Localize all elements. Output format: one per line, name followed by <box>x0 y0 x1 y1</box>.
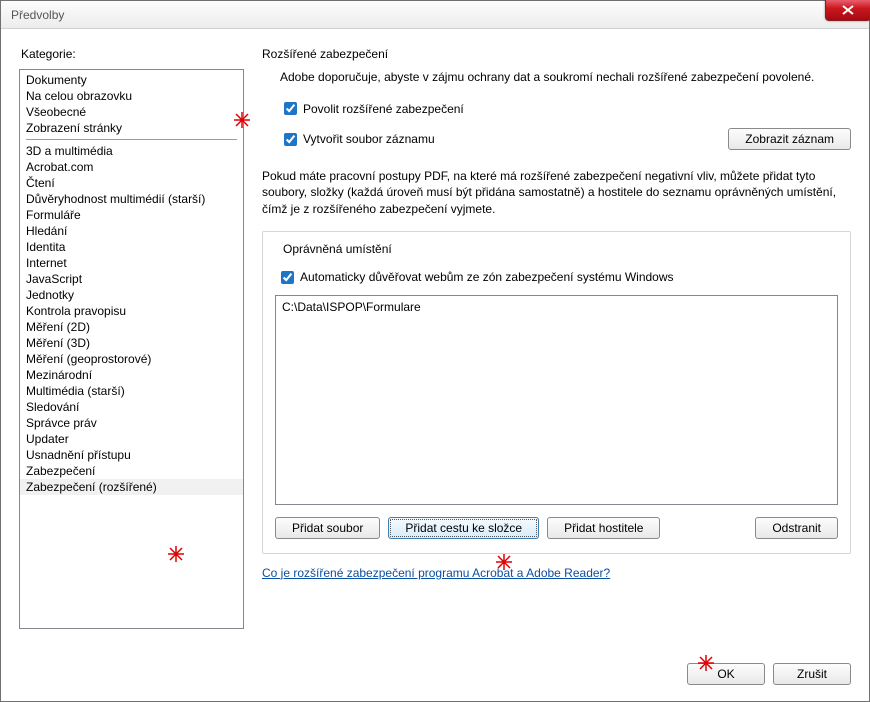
category-item[interactable]: Zobrazení stránky <box>20 120 243 136</box>
enable-enhanced-security-label: Povolit rozšířené zabezpečení <box>303 102 464 116</box>
category-item[interactable]: Měření (3D) <box>20 335 243 351</box>
category-item[interactable]: Formuláře <box>20 207 243 223</box>
trust-windows-zones-checkbox[interactable] <box>281 271 294 284</box>
category-item[interactable]: 3D a multimédia <box>20 143 243 159</box>
enable-enhanced-security-checkbox[interactable] <box>284 102 297 115</box>
preferences-window: Předvolby Kategorie: DokumentyNa celou o… <box>0 0 870 702</box>
category-item[interactable]: Zabezpečení (rozšířené) <box>20 479 243 495</box>
trust-windows-zones-row[interactable]: Automaticky důvěřovat webům ze zón zabez… <box>277 268 838 287</box>
section-title: Rozšířené zabezpečení <box>262 47 851 61</box>
enable-enhanced-security-row[interactable]: Povolit rozšířené zabezpečení <box>280 99 851 118</box>
privileged-location-item[interactable]: C:\Data\ISPOP\Formulare <box>282 300 831 314</box>
privileged-intro-text: Pokud máte pracovní postupy PDF, na kter… <box>262 168 851 217</box>
category-item[interactable]: Internet <box>20 255 243 271</box>
category-item[interactable]: Měření (2D) <box>20 319 243 335</box>
create-log-row[interactable]: Vytvořit soubor záznamu <box>280 130 435 149</box>
titlebar: Předvolby <box>1 1 869 29</box>
category-item[interactable]: Zabezpečení <box>20 463 243 479</box>
category-item[interactable]: Kontrola pravopisu <box>20 303 243 319</box>
category-item[interactable]: Všeobecné <box>20 104 243 120</box>
add-folder-button[interactable]: Přidat cestu ke složce <box>388 517 539 539</box>
category-item[interactable]: JavaScript <box>20 271 243 287</box>
cancel-button[interactable]: Zrušit <box>773 663 851 685</box>
category-separator <box>26 139 237 140</box>
create-log-label: Vytvořit soubor záznamu <box>303 132 435 146</box>
create-log-checkbox[interactable] <box>284 133 297 146</box>
show-log-button[interactable]: Zobrazit záznam <box>728 128 851 150</box>
privileged-locations-group: Oprávněná umístění Automaticky důvěřovat… <box>262 231 851 554</box>
category-item[interactable]: Hledání <box>20 223 243 239</box>
category-item[interactable]: Dokumenty <box>20 72 243 88</box>
help-link[interactable]: Co je rozšířené zabezpečení programu Acr… <box>262 566 610 580</box>
category-heading: Kategorie: <box>21 47 244 61</box>
category-item[interactable]: Mezinárodní <box>20 367 243 383</box>
category-item[interactable]: Multimédia (starší) <box>20 383 243 399</box>
close-icon <box>842 5 854 15</box>
privileged-locations-listbox[interactable]: C:\Data\ISPOP\Formulare <box>275 295 838 505</box>
category-item[interactable]: Jednotky <box>20 287 243 303</box>
window-close-button[interactable] <box>825 0 870 21</box>
category-item[interactable]: Na celou obrazovku <box>20 88 243 104</box>
category-item[interactable]: Usnadnění přístupu <box>20 447 243 463</box>
category-item[interactable]: Updater <box>20 431 243 447</box>
trust-windows-zones-label: Automaticky důvěřovat webům ze zón zabez… <box>300 270 674 284</box>
category-item[interactable]: Důvěryhodnost multimédií (starší) <box>20 191 243 207</box>
category-list[interactable]: DokumentyNa celou obrazovkuVšeobecnéZobr… <box>19 69 244 629</box>
category-item[interactable]: Sledování <box>20 399 243 415</box>
category-item[interactable]: Správce práv <box>20 415 243 431</box>
category-item[interactable]: Měření (geoprostorové) <box>20 351 243 367</box>
privileged-locations-legend: Oprávněná umístění <box>279 242 396 256</box>
remove-button[interactable]: Odstranit <box>755 517 838 539</box>
category-item[interactable]: Čtení <box>20 175 243 191</box>
ok-button[interactable]: OK <box>687 663 765 685</box>
category-item[interactable]: Acrobat.com <box>20 159 243 175</box>
category-item[interactable]: Identita <box>20 239 243 255</box>
add-host-button[interactable]: Přidat hostitele <box>547 517 660 539</box>
section-intro: Adobe doporučuje, abyste v zájmu ochrany… <box>280 69 851 85</box>
window-title: Předvolby <box>11 8 64 22</box>
add-file-button[interactable]: Přidat soubor <box>275 517 380 539</box>
